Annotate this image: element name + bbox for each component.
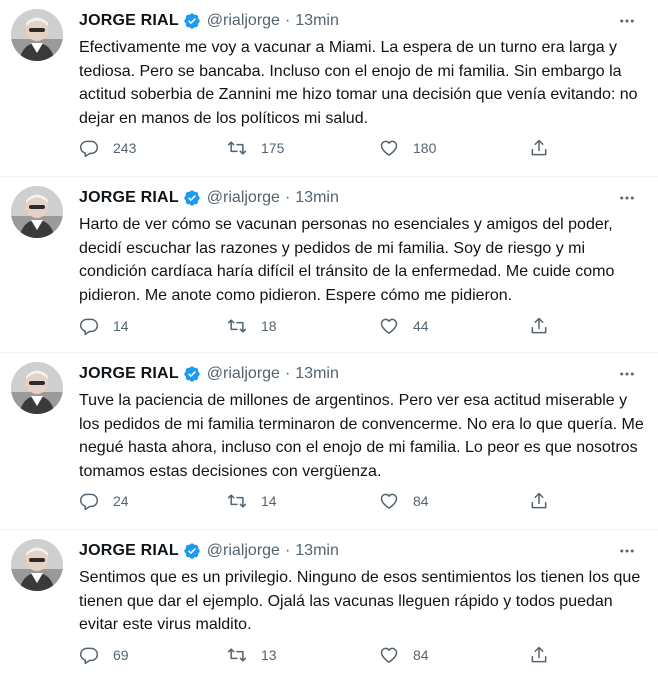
tweet-header: JORGE RIAL @rialjorge · 13min: [79, 363, 339, 385]
like-icon: [380, 140, 398, 156]
avatar-image: [11, 186, 63, 238]
retweet-count: 18: [261, 318, 277, 334]
retweet-count: 14: [261, 493, 277, 509]
like-button[interactable]: 84: [379, 644, 429, 666]
retweet-icon: [227, 319, 247, 333]
reply-icon: [79, 493, 99, 511]
reply-button[interactable]: 69: [79, 644, 129, 666]
like-count: 44: [413, 318, 429, 334]
avatar-image: [11, 362, 63, 414]
share-button[interactable]: [529, 490, 549, 512]
tweet-text: Efectivamente me voy a vacunar a Miami. …: [79, 39, 638, 127]
share-button[interactable]: [529, 644, 549, 666]
avatar[interactable]: [11, 9, 63, 61]
tweet-actions: 24 14 84: [79, 490, 559, 512]
reply-count: 243: [113, 140, 137, 156]
author-handle[interactable]: @rialjorge: [207, 189, 280, 207]
retweet-count: 13: [261, 647, 277, 663]
author-handle[interactable]: @rialjorge: [207, 12, 280, 30]
tweet-actions: 14 18 44: [79, 315, 559, 337]
verified-badge-icon: [183, 542, 201, 560]
retweet-icon: [227, 648, 247, 662]
more-options-icon[interactable]: [618, 542, 636, 560]
tweet-header: JORGE RIAL @rialjorge · 13min: [79, 10, 339, 32]
like-count: 84: [413, 493, 429, 509]
reply-button[interactable]: 24: [79, 490, 129, 512]
reply-count: 24: [113, 493, 129, 509]
author-handle[interactable]: @rialjorge: [207, 365, 280, 383]
tweet-actions: 69 13 84: [79, 644, 559, 666]
share-button[interactable]: [529, 315, 549, 337]
tweet-header: JORGE RIAL @rialjorge · 13min: [79, 540, 339, 562]
retweet-count: 175: [261, 140, 285, 156]
like-icon: [380, 318, 398, 334]
more-options-icon[interactable]: [618, 189, 636, 207]
tweet-actions: 243 175 180: [79, 137, 559, 159]
reply-icon: [79, 647, 99, 665]
avatar[interactable]: [11, 362, 63, 414]
share-icon: [531, 646, 547, 663]
retweet-button[interactable]: 175: [227, 137, 284, 159]
share-icon: [531, 492, 547, 509]
like-icon: [380, 493, 398, 509]
reply-count: 14: [113, 318, 129, 334]
tweet[interactable]: JORGE RIAL @rialjorge · 13min Sentimos q…: [0, 530, 658, 675]
separator-dot: ·: [284, 365, 291, 382]
tweet[interactable]: JORGE RIAL @rialjorge · 13min Tuve la pa…: [0, 353, 658, 530]
avatar[interactable]: [11, 539, 63, 591]
verified-badge-icon: [183, 12, 201, 30]
like-button[interactable]: 180: [379, 137, 436, 159]
author-name[interactable]: JORGE RIAL: [79, 542, 179, 560]
like-count: 84: [413, 647, 429, 663]
tweet-timestamp[interactable]: 13min: [295, 189, 339, 207]
verified-badge-icon: [183, 365, 201, 383]
more-options-icon[interactable]: [618, 12, 636, 30]
tweet-text: Sentimos que es un privilegio. Ninguno d…: [79, 569, 641, 633]
retweet-icon: [227, 141, 247, 155]
separator-dot: ·: [284, 12, 291, 29]
tweet-text: Harto de ver cómo se vacunan personas no…: [79, 216, 615, 304]
reply-button[interactable]: 243: [79, 137, 136, 159]
tweet-timestamp[interactable]: 13min: [295, 542, 339, 560]
reply-button[interactable]: 14: [79, 315, 129, 337]
retweet-icon: [227, 494, 247, 508]
tweet-header: JORGE RIAL @rialjorge · 13min: [79, 187, 339, 209]
tweet-text: Tuve la paciencia de millones de argenti…: [79, 392, 644, 480]
author-handle[interactable]: @rialjorge: [207, 542, 280, 560]
like-button[interactable]: 84: [379, 490, 429, 512]
avatar[interactable]: [11, 186, 63, 238]
author-name[interactable]: JORGE RIAL: [79, 365, 179, 383]
tweet[interactable]: JORGE RIAL @rialjorge · 13min Efectivame…: [0, 0, 658, 177]
share-icon: [531, 139, 547, 156]
avatar-image: [11, 9, 63, 61]
avatar-image: [11, 539, 63, 591]
like-button[interactable]: 44: [379, 315, 429, 337]
more-options-icon[interactable]: [618, 365, 636, 383]
separator-dot: ·: [284, 189, 291, 206]
author-name[interactable]: JORGE RIAL: [79, 12, 179, 30]
retweet-button[interactable]: 18: [227, 315, 277, 337]
author-name[interactable]: JORGE RIAL: [79, 189, 179, 207]
share-button[interactable]: [529, 137, 549, 159]
tweet[interactable]: JORGE RIAL @rialjorge · 13min Harto de v…: [0, 177, 658, 353]
reply-icon: [79, 318, 99, 336]
reply-count: 69: [113, 647, 129, 663]
like-count: 180: [413, 140, 437, 156]
share-icon: [531, 317, 547, 334]
tweet-timestamp[interactable]: 13min: [295, 365, 339, 383]
retweet-button[interactable]: 13: [227, 644, 277, 666]
tweet-timestamp[interactable]: 13min: [295, 12, 339, 30]
separator-dot: ·: [284, 542, 291, 559]
like-icon: [380, 647, 398, 663]
verified-badge-icon: [183, 189, 201, 207]
tweet-thread: JORGE RIAL @rialjorge · 13min Efectivame…: [0, 0, 658, 675]
reply-icon: [79, 140, 99, 158]
retweet-button[interactable]: 14: [227, 490, 277, 512]
